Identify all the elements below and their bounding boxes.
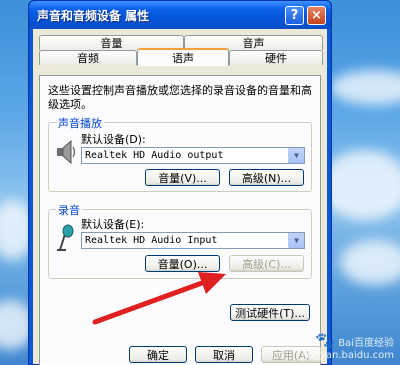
cancel-button[interactable]: 取消 [195,346,253,363]
recording-device-label: 默认设备(E): [81,218,145,231]
recording-advanced-button: 高级(C)... [229,255,304,272]
watermark-sub: jingyan.baidu.com [301,350,394,361]
close-icon: × [311,8,322,23]
recording-volume-button[interactable]: 音量(O)... [145,255,220,272]
chevron-down-icon[interactable]: ▼ [288,233,304,248]
recording-group: 录音 默认设备(E): Realtek HD Audio Input ▼ 音量(… [48,202,312,279]
help-icon: ? [290,8,299,23]
panel-description: 这些设置控制声音播放或您选择的录音设备的音量和高级选项。 [48,84,312,111]
background-cloud [320,150,400,220]
tab-audio[interactable]: 音频 [39,50,137,65]
watermark-text: Bai百度经验 [338,338,394,349]
ok-button[interactable]: 确定 [129,346,187,363]
watermark: 🐾 Bai百度经验 jingyan.baidu.com [302,331,394,361]
playback-device-label: 默认设备(D): [81,133,146,146]
test-hardware-button[interactable]: 测试硬件(T)... [230,304,310,321]
speaker-icon [57,139,76,165]
recording-group-label: 录音 [56,202,82,218]
playback-advanced-button[interactable]: 高级(N)... [229,169,304,186]
playback-group-label: 声音播放 [56,115,104,131]
title-bar[interactable]: 声音和音频设备 属性 ? × [29,1,331,29]
playback-device-select[interactable]: Realtek HD Audio output ▼ [81,147,305,164]
window-title: 声音和音频设备 属性 [37,9,150,23]
playback-volume-button[interactable]: 音量(V)... [145,169,220,186]
close-button[interactable]: × [307,6,326,25]
tab-voice[interactable]: 语声 [137,48,229,66]
tab-row-bottom: 音频 语声 硬件 [39,48,323,66]
properties-dialog: 声音和音频设备 属性 ? × 音量 音声 音频 语声 硬件 这些设置控制声音播放… [28,0,332,365]
playback-device-value: Realtek HD Audio output [85,150,224,161]
recording-device-value: Realtek HD Audio Input [85,235,218,246]
recording-device-select[interactable]: Realtek HD Audio Input ▼ [81,232,305,249]
dialog-button-bar: 确定 取消 应用(A) [33,344,327,365]
background-cloud [340,240,400,285]
background-cloud [330,70,400,105]
microphone-icon [57,224,74,251]
playback-group: 声音播放 默认设备(D): Realtek HD Audio output ▼ … [48,115,312,192]
help-button[interactable]: ? [285,6,304,25]
tab-panel: 这些设置控制声音播放或您选择的录音设备的音量和高级选项。 声音播放 默认设备(D… [39,75,321,365]
paw-logo-icon: 🐾 [315,331,336,350]
dialog-client-area: 音量 音声 音频 语声 硬件 这些设置控制声音播放或您选择的录音设备的音量和高级… [33,29,327,365]
chevron-down-icon[interactable]: ▼ [288,148,304,163]
tab-hardware[interactable]: 硬件 [229,50,323,65]
